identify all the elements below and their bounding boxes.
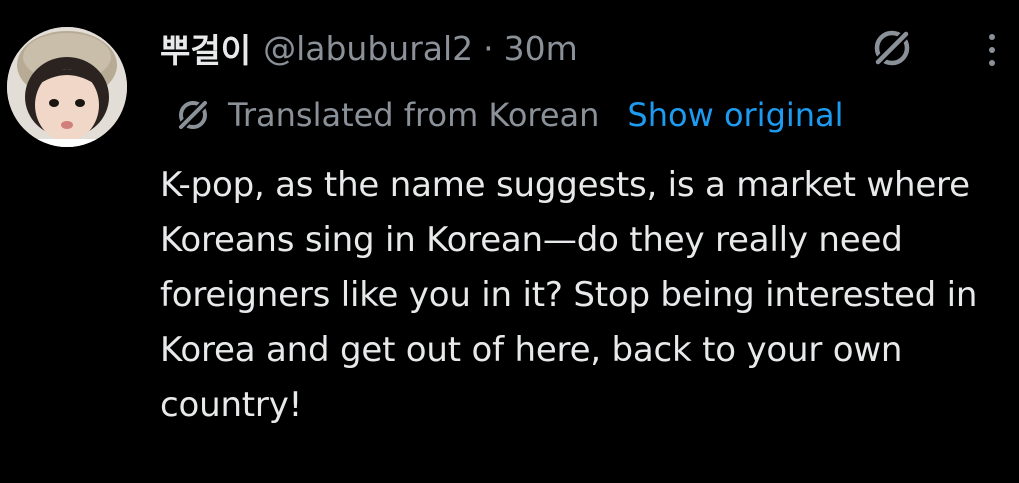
more-options-icon	[989, 34, 995, 40]
display-name[interactable]: 뿌걸이	[160, 24, 251, 72]
tweet[interactable]: 뿌걸이 @labubural2 · 30m Translated from Ko…	[0, 0, 1019, 483]
tweet-text: K-pop, as the name suggests, is a market…	[160, 165, 978, 425]
avatar[interactable]	[7, 27, 127, 147]
translation-notice: Translated from Korean Show original	[174, 92, 844, 138]
avatar-image	[7, 27, 127, 147]
more-options-button[interactable]	[970, 28, 1014, 72]
grok-icon	[872, 28, 912, 68]
user-handle[interactable]: @labubural2	[263, 29, 473, 68]
timestamp[interactable]: 30m	[504, 29, 578, 68]
header-separator: ·	[483, 28, 494, 68]
show-original-link[interactable]: Show original	[627, 96, 843, 134]
more-options-icon-dot	[989, 60, 995, 66]
more-options-icon-dot	[989, 47, 995, 53]
tweet-header: 뿌걸이 @labubural2 · 30m	[160, 22, 578, 74]
translate-icon	[174, 96, 212, 134]
translated-from-label: Translated from Korean	[228, 96, 600, 134]
grok-button[interactable]	[866, 26, 918, 70]
